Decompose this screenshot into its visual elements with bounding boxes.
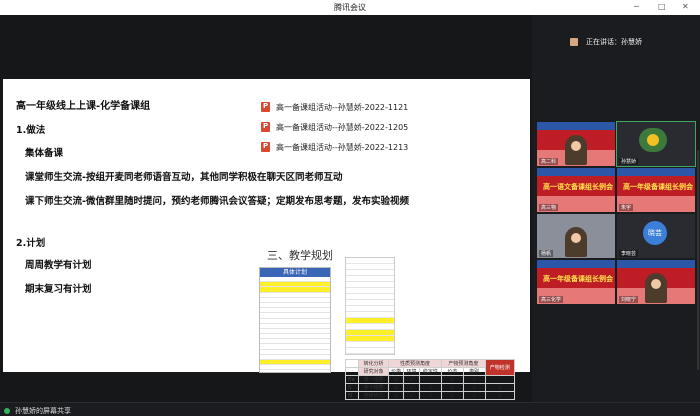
banner-text: 高一语文备课组长例会	[543, 183, 613, 191]
participant-name: 高三化学	[539, 296, 564, 303]
ppt-icon	[261, 122, 270, 132]
matrix-header: 转化分析	[358, 359, 389, 368]
item-text: 课下师生交流-微信群里随时提问，预约老师腾讯会议答疑；定期发布思考题，发布实验视…	[25, 196, 409, 207]
matrix-cell: √	[387, 383, 405, 392]
matrix-header: 研究对象	[358, 367, 389, 376]
matrix-cell: √	[441, 383, 464, 392]
matrix-header: 性质预测角度	[387, 359, 443, 368]
matrix-row-label: N	[344, 391, 360, 400]
matrix-cell: √	[462, 375, 486, 384]
matrix-cell	[484, 375, 516, 384]
matrix-cell: √	[484, 391, 516, 400]
window-title: 腾讯会议	[334, 3, 366, 12]
matrix-header: 产物预测角度	[441, 359, 486, 368]
participant-tile[interactable]: 高一年级备课组长例会 高三化学	[537, 260, 615, 304]
matrix-row-label: S	[344, 383, 360, 392]
shared-screen: 高一年级线上上课-化学备课组 1.做法 集体备课 课堂师生交流-按组开麦同老师语…	[0, 15, 532, 402]
matrix-row-label: Fe	[344, 375, 360, 384]
share-status-icon	[4, 408, 10, 414]
matrix-header: 稳定性	[418, 367, 443, 376]
matrix-cell: √	[387, 391, 405, 400]
file-name: 高一备课组活动--孙慧娇-2022-1121	[276, 102, 409, 112]
maximize-icon[interactable]: □	[658, 2, 666, 11]
meeting-window: 腾讯会议 ─ □ ✕ 高一年级线上上课-化学备课组 1.做法 集体备课 课堂师生…	[0, 0, 700, 416]
participant-video	[565, 227, 587, 257]
matrix-cell: 单一物质	[358, 375, 389, 384]
speaker-avatar	[570, 38, 578, 46]
matrix-cell: 多个物质	[358, 383, 389, 392]
participant-tile[interactable]: 晓芸 李晓芸	[617, 214, 695, 258]
matrix-header: 产物检测	[484, 359, 516, 376]
participant-name: 朱宇	[619, 204, 634, 211]
bottom-bar: 孙慧娇的屏幕共享	[0, 402, 700, 416]
section-heading: 1.做法	[16, 125, 46, 136]
matrix-cell: √	[462, 383, 486, 392]
matrix-cell: 连续转化	[358, 391, 389, 400]
participant-name: 杨帆	[539, 250, 554, 257]
matrix-cell: √	[387, 375, 405, 384]
matrix-cell: √	[462, 391, 486, 400]
banner-text: 高一年级备课组长例会	[623, 183, 693, 191]
close-icon[interactable]: ✕	[682, 2, 689, 11]
participant-tile[interactable]: 杨帆	[537, 214, 615, 258]
participant-tile[interactable]: 高二科	[537, 122, 615, 166]
participant-name: 高三物	[539, 204, 559, 211]
file-item[interactable]: 高一备课组活动--孙慧娇-2022-1213	[261, 137, 408, 157]
participant-tile[interactable]: 高一年级备课组长例会 朱宇	[617, 168, 695, 212]
matrix-header: 价类	[387, 367, 405, 376]
teaching-plan-title: 三、教学规划	[267, 249, 333, 262]
ppt-icon	[261, 142, 270, 152]
panel-scrollbar[interactable]	[697, 150, 699, 370]
conversion-matrix: 转化分析 性质预测角度 产物预测角度 产物检测 研究对象 价类 环境 稳定性 价…	[344, 359, 516, 400]
participant-name: 刘晓宁	[619, 296, 639, 303]
title-bar: 腾讯会议 ─ □ ✕	[0, 0, 700, 15]
matrix-cell: √	[441, 391, 464, 400]
item-text: 期末复习有计划	[25, 284, 92, 295]
matrix-cell: √	[418, 391, 443, 400]
item-text: 集体备课	[25, 148, 64, 159]
participant-name: 高二科	[539, 158, 559, 165]
speaking-label: 正在讲话：孙慧娇	[586, 38, 642, 46]
matrix-header: 环境	[403, 367, 420, 376]
section-heading: 2.计划	[16, 238, 46, 249]
share-label: 孙慧娇的屏幕共享	[15, 407, 71, 415]
sunflower-avatar-icon	[639, 128, 667, 152]
slide-title: 高一年级线上上课-化学备课组	[16, 101, 151, 112]
speaking-indicator: 正在讲话：孙慧娇	[570, 35, 642, 49]
matrix-cell: √	[403, 391, 420, 400]
plan-thumbnail-middle	[345, 257, 395, 355]
item-text: 课堂师生交流-按组开麦同老师语音互动，其他同学积极在聊天区同老师互动	[25, 172, 343, 183]
matrix-cell	[418, 375, 443, 384]
matrix-cell: √	[484, 383, 516, 392]
participant-avatar: 晓芸	[643, 221, 667, 245]
plan-thumbnail-left: 具体计划	[259, 267, 331, 373]
file-name: 高一备课组活动--孙慧娇-2022-1205	[276, 122, 409, 132]
file-name: 高一备课组活动--孙慧娇-2022-1213	[276, 142, 409, 152]
participant-tile[interactable]: 孙慧娇	[616, 121, 696, 167]
participant-video	[645, 273, 667, 303]
plan-thumbnail-header: 具体计划	[260, 268, 330, 277]
file-item[interactable]: 高一备课组活动--孙慧娇-2022-1205	[261, 117, 408, 137]
banner-text: 高一年级备课组长例会	[543, 275, 613, 283]
matrix-cell: √	[403, 383, 420, 392]
file-item[interactable]: 高一备课组活动--孙慧娇-2022-1121	[261, 97, 408, 117]
matrix-cell: √	[418, 383, 443, 392]
ppt-icon	[261, 102, 270, 112]
participant-tile[interactable]: 高一语文备课组长例会 高三物	[537, 168, 615, 212]
matrix-cell: √	[403, 375, 420, 384]
minimize-icon[interactable]: ─	[634, 2, 639, 11]
matrix-header: 价态	[441, 367, 464, 376]
participant-panel: 正在讲话：孙慧娇 高二科 孙慧娇 高一语文备课组长例会 高三物 高一年级备课组长…	[532, 15, 700, 402]
file-list: 高一备课组活动--孙慧娇-2022-1121 高一备课组活动--孙慧娇-2022…	[261, 97, 408, 157]
item-text: 周周教学有计划	[25, 260, 92, 271]
participant-tile[interactable]: 刘晓宁	[617, 260, 695, 304]
matrix-header: 类别	[462, 367, 486, 376]
slide: 高一年级线上上课-化学备课组 1.做法 集体备课 课堂师生交流-按组开麦同老师语…	[3, 79, 530, 400]
participant-name: 李晓芸	[619, 250, 639, 257]
matrix-cell: √	[441, 375, 464, 384]
participant-name: 孙慧娇	[619, 158, 639, 165]
screen-share-indicator[interactable]: 孙慧娇的屏幕共享	[4, 406, 71, 416]
participant-video	[565, 135, 587, 165]
